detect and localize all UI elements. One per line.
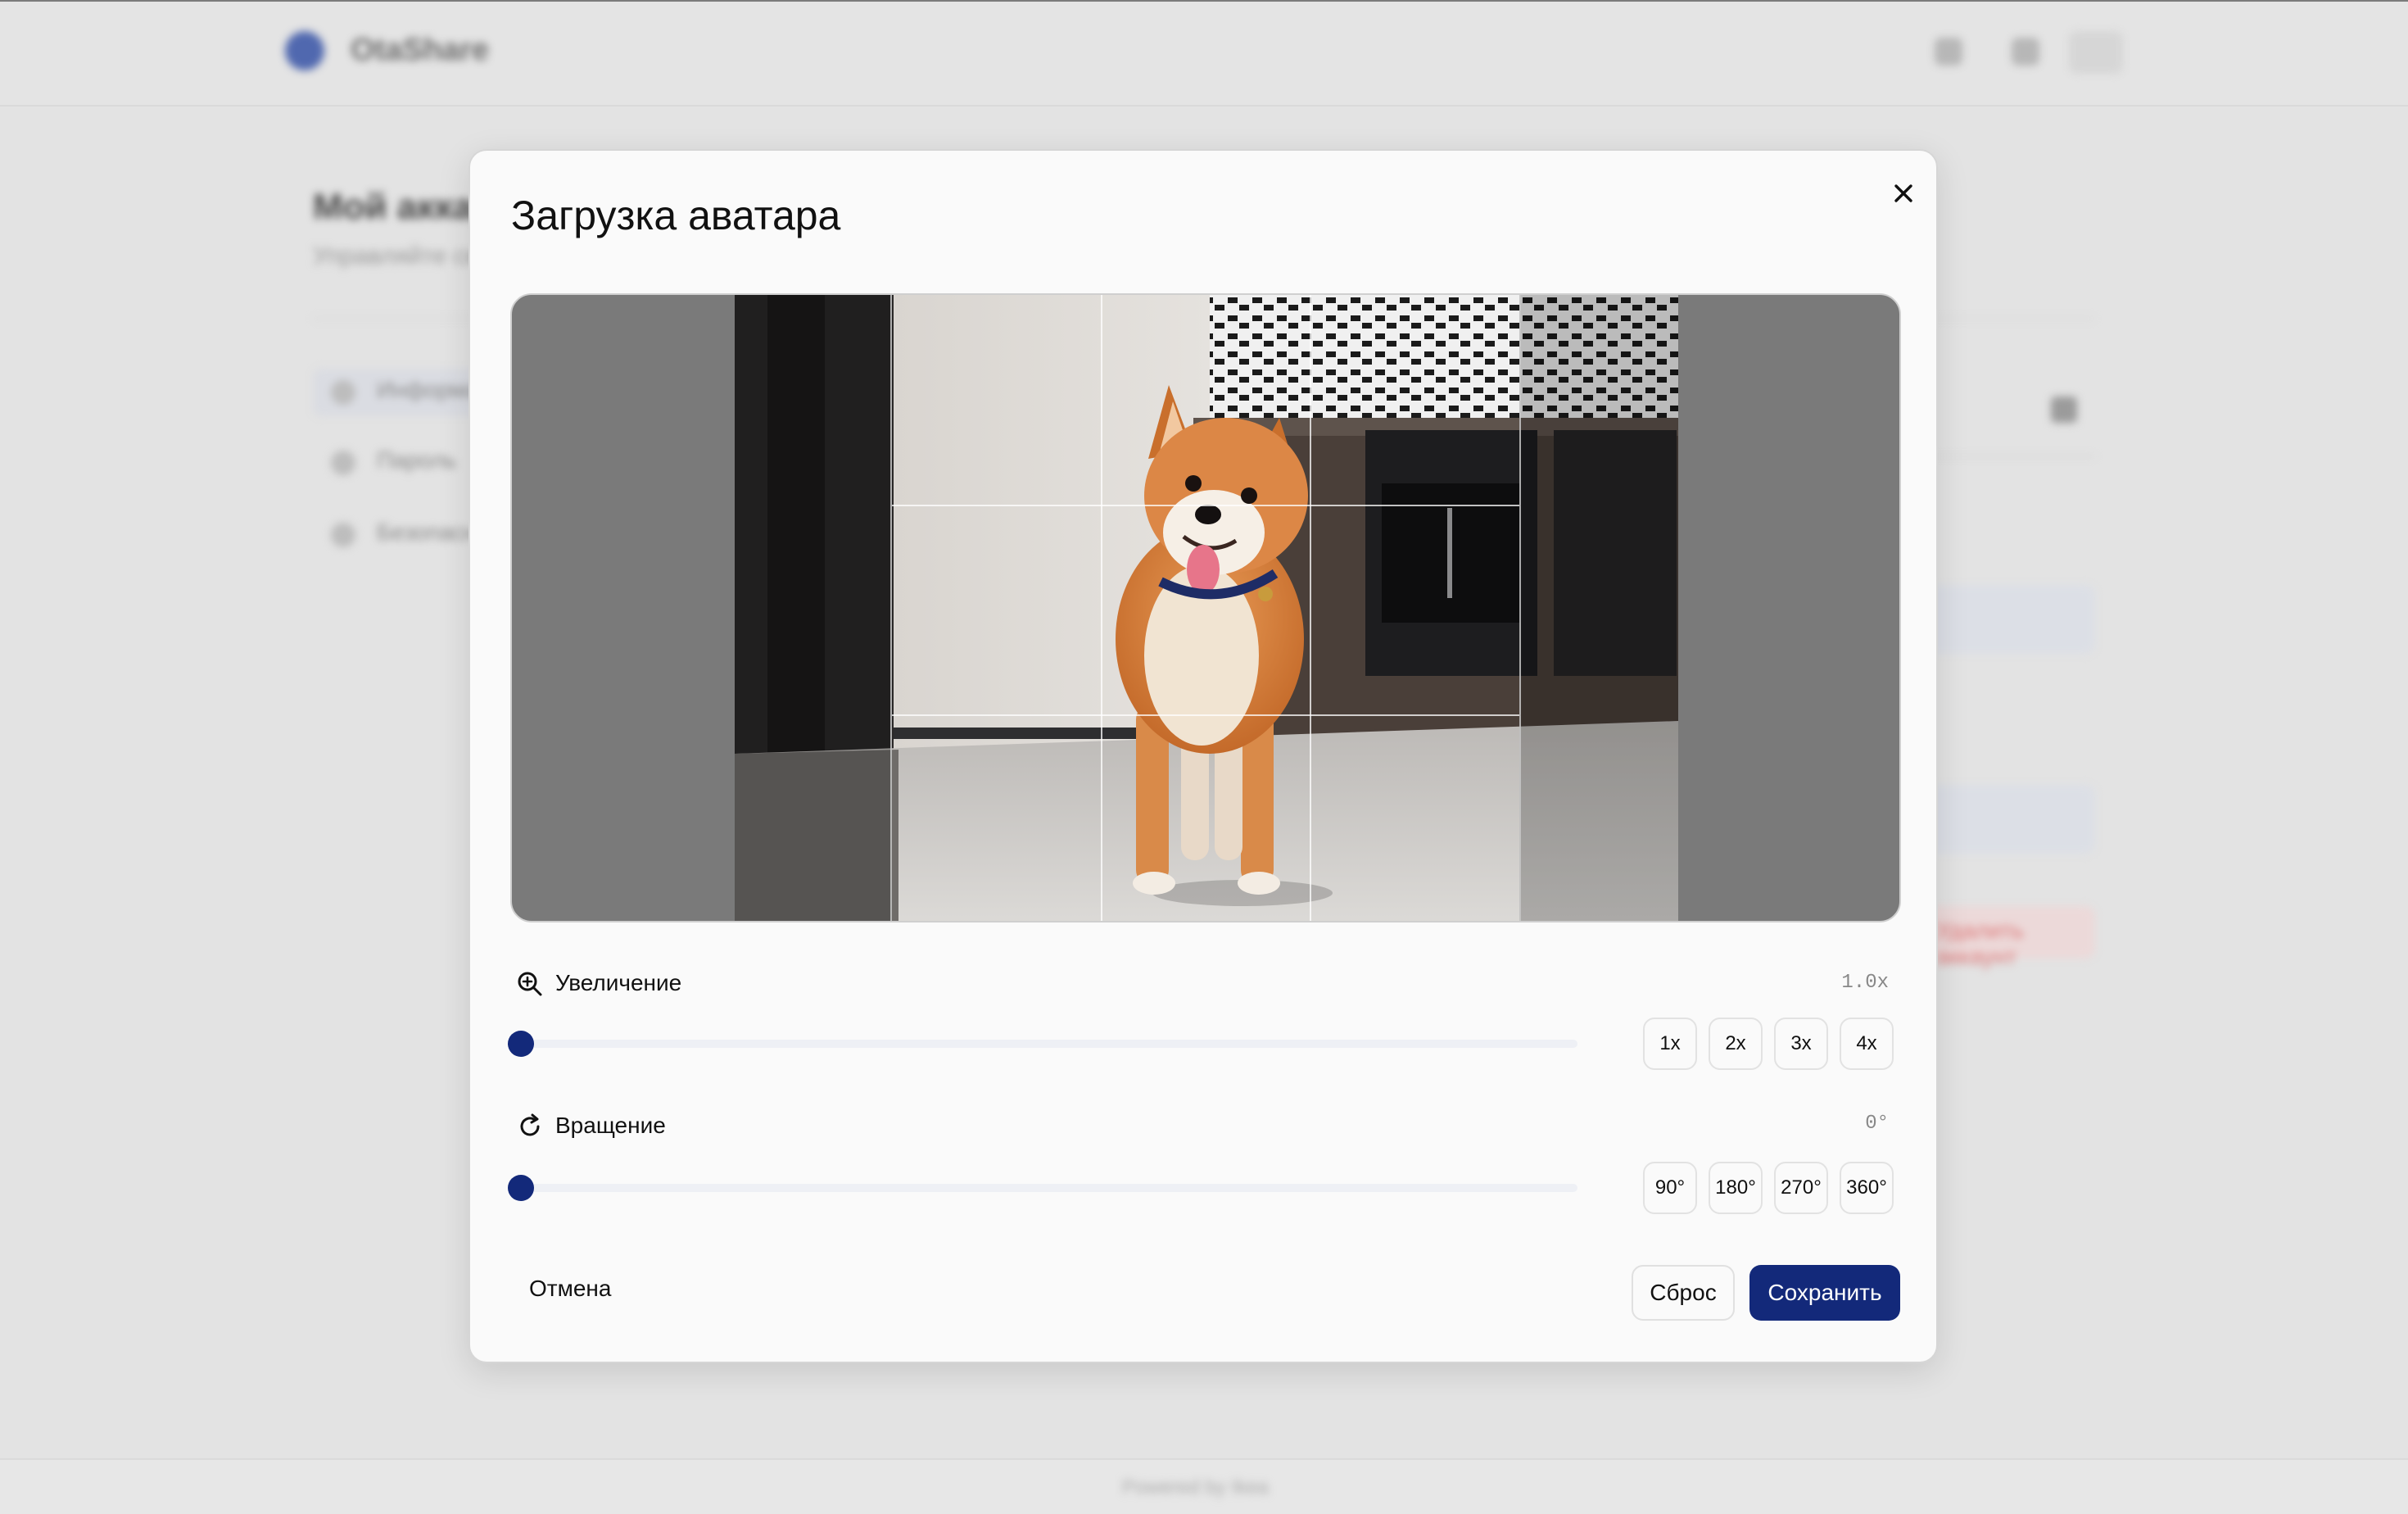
crop-grid-line	[892, 505, 1519, 506]
rotation-preset-360[interactable]: 360°	[1840, 1162, 1894, 1214]
footer: Powered by Ikea	[0, 1458, 2408, 1514]
rotation-preset-180[interactable]: 180°	[1709, 1162, 1763, 1214]
avatar-upload-dialog: Загрузка аватара Увеличение 1.0x 1x 2x 3…	[468, 149, 1938, 1363]
crop-mask	[1519, 295, 1678, 921]
rotate-icon	[520, 1113, 540, 1136]
sidebar-item-security: Безопасность	[313, 511, 523, 559]
dialog-title: Загрузка аватара	[511, 193, 841, 238]
crop-grid-line	[1101, 295, 1102, 921]
zoom-value: 1.0x	[1841, 972, 1889, 994]
user-menu-button	[2069, 31, 2123, 74]
rotation-slider[interactable]	[508, 1175, 1577, 1201]
cancel-button[interactable]: Отмена	[511, 1263, 629, 1314]
save-button[interactable]: Сохранить	[1749, 1265, 1900, 1321]
zoom-slider-thumb[interactable]	[508, 1031, 534, 1057]
zoom-preset-3x[interactable]: 3x	[1774, 1018, 1828, 1070]
crop-mask	[735, 295, 892, 921]
edit-icon	[2051, 397, 2077, 423]
link-icon	[2012, 38, 2039, 66]
crop-grid-line	[892, 714, 1519, 716]
zoom-in-icon	[518, 972, 542, 996]
crop-selection[interactable]	[892, 295, 1519, 921]
sidebar-item-label: Пароль	[377, 447, 457, 473]
sidebar-item-password: Пароль	[313, 439, 485, 487]
footer-text: Powered by Ikea	[1122, 1476, 1269, 1498]
brand-logo	[285, 31, 324, 70]
close-button[interactable]	[1881, 170, 1926, 216]
key-icon	[331, 451, 355, 475]
crop-grid-line	[1310, 295, 1311, 921]
reset-button[interactable]: Сброс	[1632, 1265, 1735, 1321]
zoom-preset-1x[interactable]: 1x	[1643, 1018, 1697, 1070]
zoom-slider[interactable]	[508, 1031, 1577, 1057]
close-icon	[1894, 184, 1912, 202]
crop-area[interactable]	[510, 293, 1901, 922]
sidebar-item-info: Информация	[313, 369, 517, 416]
delete-account-button: Удалить аккаунт	[1917, 906, 2095, 969]
rotation-preset-270[interactable]: 270°	[1774, 1162, 1828, 1214]
theme-icon	[1935, 38, 1962, 66]
brand-name: OtaShare	[351, 33, 489, 67]
rotation-slider-thumb[interactable]	[508, 1175, 534, 1201]
zoom-preset-2x[interactable]: 2x	[1709, 1018, 1763, 1070]
rotation-value: 0°	[1865, 1113, 1889, 1135]
zoom-preset-4x[interactable]: 4x	[1840, 1018, 1894, 1070]
rotation-preset-90[interactable]: 90°	[1643, 1162, 1697, 1214]
rotation-label: Вращение	[555, 1113, 666, 1138]
info-icon	[331, 380, 355, 405]
app-header: OtaShare	[0, 2, 2408, 107]
zoom-label: Увеличение	[555, 970, 682, 995]
lock-icon	[331, 523, 355, 547]
